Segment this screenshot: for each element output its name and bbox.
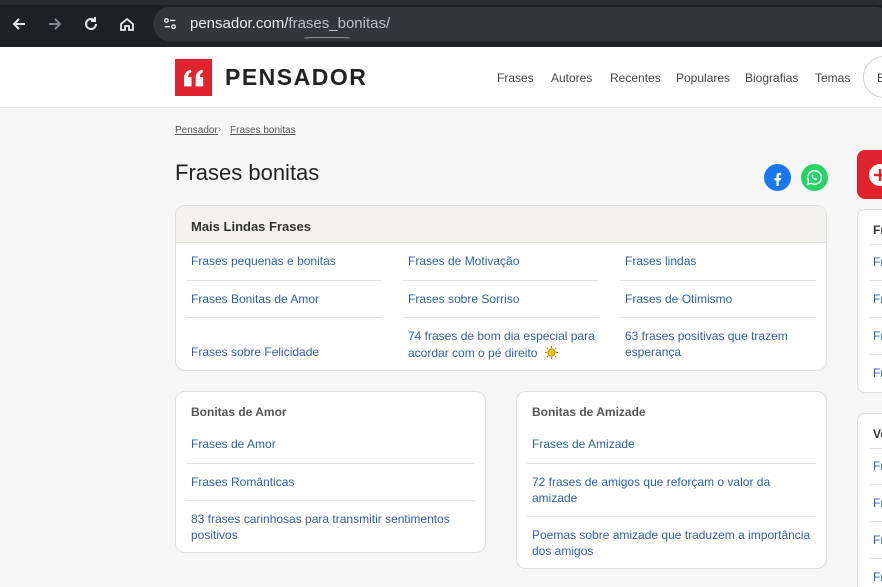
url-underline	[304, 37, 350, 39]
whatsapp-share-icon[interactable]	[801, 164, 828, 191]
sidebar-card-title: Fr	[873, 223, 882, 237]
divider	[186, 280, 382, 281]
menu-frases[interactable]: Frases	[497, 71, 534, 85]
card-title: Bonitas de Amizade	[532, 405, 646, 419]
address-bar[interactable]: pensador.com/frases_bonitas/	[153, 7, 882, 41]
sidebar-link[interactable]: Fr	[873, 533, 882, 547]
card-header: Mais Lindas Frases	[176, 206, 826, 243]
logo-quote-icon[interactable]	[175, 59, 212, 96]
link-poemas-amizade-line2: dos amigos	[532, 544, 594, 558]
tab-strip-edge	[0, 0, 882, 5]
forward-icon[interactable]	[43, 12, 67, 36]
menu-recentes[interactable]: Recentes	[610, 71, 661, 85]
home-icon[interactable]	[115, 12, 139, 36]
link-frases-motivacao[interactable]: Frases de Motivação	[408, 253, 519, 269]
browser-toolbar: pensador.com/frases_bonitas/	[0, 0, 882, 47]
divider	[620, 280, 816, 281]
link-frases-positivas-line2: esperança	[625, 345, 682, 359]
link-poemas-amizade[interactable]: Poemas sobre amizade que traduzem a impo…	[532, 527, 822, 559]
header-action-label: B	[877, 71, 882, 85]
url-path: frases_bonitas/	[288, 15, 391, 32]
card-title: Mais Lindas Frases	[191, 219, 311, 234]
back-icon[interactable]	[7, 12, 31, 36]
card-title: Bonitas de Amor	[191, 405, 287, 419]
header-action-button[interactable]: B	[863, 56, 882, 98]
divider	[870, 244, 882, 245]
divider	[870, 521, 882, 522]
link-frases-de-amor[interactable]: Frases de Amor	[191, 436, 276, 452]
link-frases-de-amigos-line1: 72 frases de amigos que reforçam o valor…	[532, 475, 771, 489]
link-frases-de-amigos[interactable]: 72 frases de amigos que reforçam o valor…	[532, 474, 822, 506]
sidebar-card-1: Fr Fr Fr Fr Fr	[857, 209, 882, 393]
divider	[870, 280, 882, 281]
breadcrumb-chevron-icon: ›	[218, 124, 222, 135]
link-frases-positivas[interactable]: 63 frases positivas que trazem esperança	[625, 328, 821, 360]
divider	[186, 500, 475, 501]
sidebar-link[interactable]: Fr	[873, 570, 882, 584]
divider	[527, 463, 816, 464]
sidebar-link[interactable]: Fr	[873, 366, 882, 380]
link-frases-pequenas[interactable]: Frases pequenas e bonitas	[191, 253, 336, 269]
breadcrumb-frases-bonitas[interactable]: Frases bonitas	[230, 125, 296, 136]
link-frases-felicidade[interactable]: Frases sobre Felicidade	[191, 344, 319, 360]
sidebar-card-2: Ve Fr Fr Fr Fr	[857, 413, 882, 587]
link-frases-carinhosas[interactable]: 83 frases carinhosas para transmitir sen…	[191, 511, 481, 543]
link-frases-de-amizade[interactable]: Frases de Amizade	[532, 436, 635, 452]
link-frases-bonitas-amor[interactable]: Frases Bonitas de Amor	[191, 291, 319, 307]
link-bom-dia-line1: 74 frases de bom dia especial para	[408, 329, 595, 343]
divider	[186, 317, 382, 318]
sidebar-card-title: Ve	[873, 427, 882, 441]
link-frases-sorriso[interactable]: Frases sobre Sorriso	[408, 291, 519, 307]
link-frases-carinhosas-line1: 83 frases carinhosas para transmitir sen…	[191, 512, 450, 526]
link-frases-carinhosas-line2: positivos	[191, 528, 238, 542]
site-header: PENSADOR Frases Autores Recentes Popular…	[0, 47, 882, 108]
link-bom-dia[interactable]: 74 frases de bom dia especial para acord…	[408, 328, 604, 362]
divider	[403, 280, 599, 281]
divider	[870, 317, 882, 318]
divider	[620, 317, 816, 318]
logo-text[interactable]: PENSADOR	[225, 64, 367, 91]
link-poemas-amizade-line1: Poemas sobre amizade que traduzem a impo…	[532, 528, 811, 542]
link-frases-lindas[interactable]: Frases lindas	[625, 253, 696, 269]
sidebar-link[interactable]: Fr	[873, 459, 882, 473]
url-domain: pensador.com/	[190, 15, 289, 32]
divider	[527, 516, 816, 517]
menu-biografias[interactable]: Biografias	[745, 71, 798, 85]
divider	[870, 484, 882, 485]
menu-autores[interactable]: Autores	[551, 71, 592, 85]
page-title: Frases bonitas	[175, 160, 320, 185]
menu-temas[interactable]: Temas	[815, 71, 850, 85]
sidebar-link[interactable]: Fr	[873, 292, 882, 306]
divider	[870, 448, 882, 449]
facebook-share-icon[interactable]	[764, 164, 791, 191]
link-frases-otimismo[interactable]: Frases de Otimismo	[625, 291, 732, 307]
card-bonitas-de-amor: Bonitas de Amor Frases de Amor Frases Ro…	[175, 391, 486, 553]
plus-icon	[869, 164, 882, 186]
link-bom-dia-line2: acordar com o pé direito	[408, 346, 538, 360]
sidebar-link[interactable]: Fr	[873, 255, 882, 269]
divider	[403, 317, 599, 318]
divider	[870, 558, 882, 559]
sidebar-link[interactable]: Fr	[873, 329, 882, 343]
divider	[870, 354, 882, 355]
reload-icon[interactable]	[79, 12, 103, 36]
divider	[186, 463, 475, 464]
menu-populares[interactable]: Populares	[676, 71, 730, 85]
card-bonitas-de-amizade: Bonitas de Amizade Frases de Amizade 72 …	[516, 391, 827, 569]
link-frases-de-amigos-line2: amizade	[532, 491, 578, 505]
sidebar-add-button[interactable]	[857, 150, 882, 199]
sun-emoji-icon	[544, 346, 558, 359]
site-settings-icon[interactable]	[161, 15, 179, 33]
link-frases-positivas-line1: 63 frases positivas que trazem	[625, 329, 788, 343]
sidebar-link[interactable]: Fr	[873, 496, 882, 510]
link-frases-romanticas[interactable]: Frases Românticas	[191, 474, 294, 490]
card-mais-lindas-frases: Mais Lindas Frases Frases pequenas e bon…	[175, 205, 827, 371]
breadcrumb-pensador[interactable]: Pensador	[175, 125, 218, 136]
url-text[interactable]: pensador.com/frases_bonitas/	[190, 15, 390, 32]
